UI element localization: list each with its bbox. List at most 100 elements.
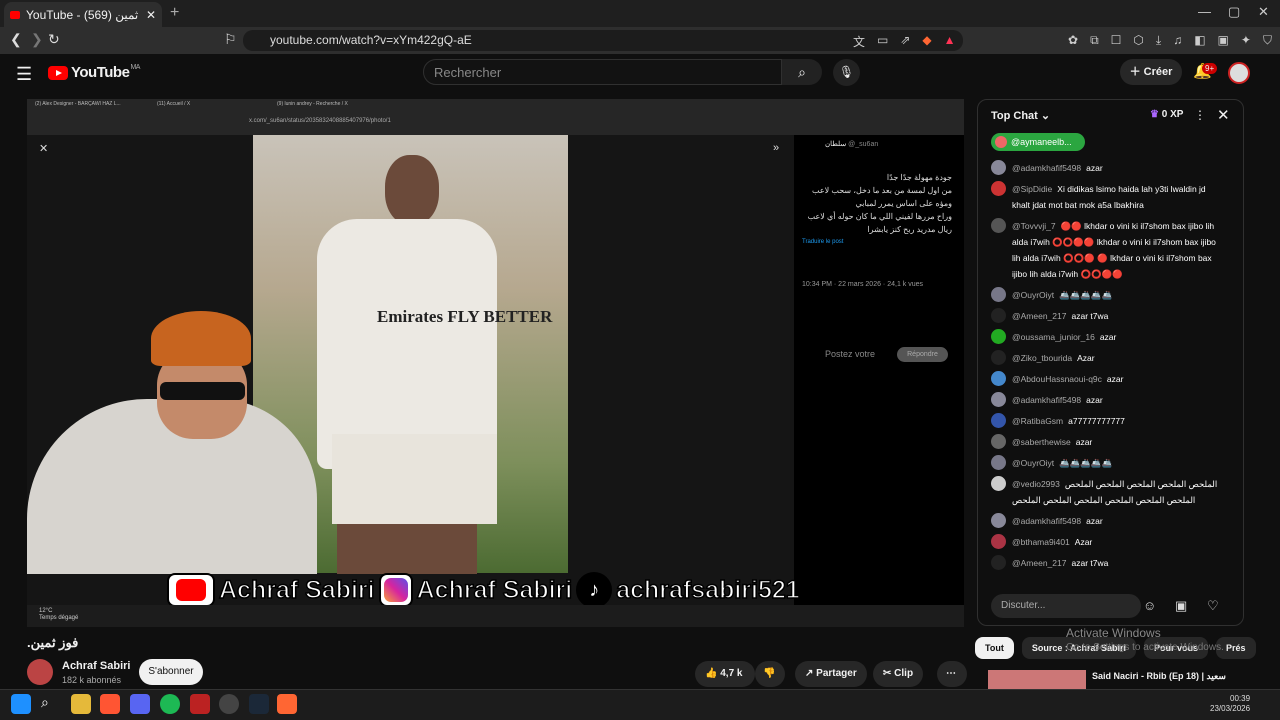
spotify-icon[interactable] [160, 694, 180, 714]
chat-more-icon[interactable]: ⋮ [1194, 108, 1206, 122]
back-icon[interactable]: ❮ [10, 31, 22, 48]
steam-icon[interactable] [249, 694, 269, 714]
chat-message[interactable]: @adamkhafif5498 azar [991, 160, 1223, 176]
chat-username[interactable]: @RatibaGsm [1012, 416, 1063, 426]
dislike-button[interactable]: 👎 [755, 661, 785, 687]
chat-message[interactable]: @Ziko_tbourida Azar [991, 350, 1223, 366]
chat-messages[interactable]: @adamkhafif5498 azar @SipDidie Xi didikas l… [991, 160, 1223, 584]
chat-message[interactable]: @Ameen_217 azar t7wa [991, 555, 1223, 571]
chat-close-icon[interactable]: ✕ [1217, 106, 1230, 124]
chat-avatar[interactable] [991, 371, 1006, 386]
chat-avatar[interactable] [991, 434, 1006, 449]
more-button[interactable]: ⋯ [937, 661, 967, 687]
cast-icon[interactable]: ▭ [877, 33, 888, 50]
extension-icon[interactable]: ✿ [1068, 33, 1078, 48]
riot-icon[interactable] [219, 694, 239, 714]
heart-icon[interactable]: ♡ [1207, 598, 1219, 614]
like-button[interactable]: 👍 4,7 k [695, 661, 755, 687]
chat-avatar[interactable] [991, 476, 1006, 491]
chat-username[interactable]: @bthama9i401 [1012, 537, 1070, 547]
chat-message[interactable]: @adamkhafif5498 azar [991, 513, 1223, 529]
chat-username[interactable]: @adamkhafif5498 [1012, 516, 1081, 526]
chat-username[interactable]: @Ameen_217 [1012, 311, 1066, 321]
chat-username[interactable]: @SipDidie [1012, 184, 1052, 194]
search-button[interactable]: ⌕ [782, 59, 822, 85]
chat-ext-icon[interactable]: ☐ [1111, 33, 1122, 48]
file-explorer-icon[interactable] [71, 694, 91, 714]
chat-avatar[interactable] [991, 513, 1006, 528]
chat-avatar[interactable] [991, 455, 1006, 470]
puzzle-icon[interactable]: ⧉ [1090, 33, 1099, 48]
chat-avatar[interactable] [991, 329, 1006, 344]
channel-avatar[interactable] [27, 659, 53, 685]
chat-message[interactable]: @Tovvvji_7 🔴🔴 lkhdar o vini ki il7shom ba… [991, 218, 1223, 282]
pinned-user[interactable]: @aymaneelb... [991, 133, 1085, 151]
chat-avatar[interactable] [991, 308, 1006, 323]
recommended-title[interactable]: Said Naciri - Rbib (Ep 18) | سعيد [1092, 671, 1226, 682]
chat-message[interactable]: @SipDidie Xi didikas lsimo haida lah y3ti… [991, 181, 1223, 213]
music-icon[interactable]: ♫ [1173, 33, 1182, 48]
chat-username[interactable]: @adamkhafif5498 [1012, 163, 1081, 173]
sidebar-icon[interactable]: ◧ [1194, 33, 1205, 48]
chat-username[interactable]: @Ziko_tbourida [1012, 353, 1072, 363]
super-chat-icon[interactable]: ▣ [1175, 598, 1187, 614]
forward-icon[interactable]: ❯ [31, 31, 43, 48]
chat-avatar[interactable] [991, 160, 1006, 175]
chat-username[interactable]: @saberthewise [1012, 437, 1071, 447]
brave-icon[interactable] [100, 694, 120, 714]
new-tab-button[interactable]: + [170, 4, 179, 22]
minimize-icon[interactable]: — [1198, 4, 1211, 19]
chat-username[interactable]: @adamkhafif5498 [1012, 395, 1081, 405]
close-window-icon[interactable]: ✕ [1258, 4, 1269, 20]
download-icon[interactable]: ⤓ [1156, 33, 1161, 48]
chat-input[interactable]: Discuter... [991, 594, 1141, 618]
ai-icon[interactable]: ✦ [1241, 33, 1251, 48]
chat-mode-select[interactable]: Top Chat ⌄ [991, 109, 1050, 122]
chat-avatar[interactable] [991, 218, 1006, 233]
chat-username[interactable]: @vedio2993 [1012, 479, 1060, 489]
start-icon[interactable] [11, 694, 31, 714]
shield-icon[interactable]: ⛉ [1263, 33, 1272, 48]
translate-icon[interactable]: 文 [853, 33, 865, 50]
chat-message[interactable]: @adamkhafif5498 azar [991, 392, 1223, 408]
share-button[interactable]: ↗ Partager [795, 661, 867, 687]
close-tab-icon[interactable]: ✕ [146, 8, 156, 22]
video-player[interactable]: (2) Alex Designer - BARÇAWI HAZ L... (11… [27, 99, 964, 627]
chat-message[interactable]: @saberthewise azar [991, 434, 1223, 450]
chat-username[interactable]: @oussama_junior_16 [1012, 332, 1095, 342]
chat-username[interactable]: @Ameen_217 [1012, 558, 1066, 568]
chat-message[interactable]: @RatibaGsm a77777777777 [991, 413, 1223, 429]
chat-avatar[interactable] [991, 181, 1006, 196]
emoji-icon[interactable]: ☺ [1143, 598, 1156, 613]
chat-message[interactable]: @OuyrOiyt 🚢🚢🚢🚢🚢 [991, 287, 1223, 303]
share-icon[interactable]: ⇗ [900, 33, 910, 50]
search-input[interactable]: Rechercher [423, 59, 782, 85]
menu-icon[interactable]: ☰ [16, 64, 32, 85]
maximize-icon[interactable]: ▢ [1228, 4, 1240, 20]
chat-message[interactable]: @oussama_junior_16 azar [991, 329, 1223, 345]
chat-avatar[interactable] [991, 350, 1006, 365]
brave-shield-icon[interactable]: ◆ [922, 33, 931, 50]
voice-search-button[interactable]: 🎙 [833, 59, 860, 86]
chat-username[interactable]: @AbdouHassnaoui-q9c [1012, 374, 1102, 384]
chat-avatar[interactable] [991, 555, 1006, 570]
channel-name[interactable]: Achraf Sabiri [62, 660, 130, 672]
chat-avatar[interactable] [991, 287, 1006, 302]
chat-username[interactable]: @Tovvvji_7 [1012, 221, 1056, 231]
chat-message[interactable]: @bthama9i401 Azar [991, 534, 1223, 550]
valorant-icon[interactable] [190, 694, 210, 714]
chat-avatar[interactable] [991, 534, 1006, 549]
clip-button[interactable]: ✂ Clip [873, 661, 924, 687]
chat-avatar[interactable] [991, 392, 1006, 407]
chat-username[interactable]: @OuyrOiyt [1012, 458, 1054, 468]
rewards-icon[interactable]: ▲ [944, 33, 956, 50]
discord-icon[interactable] [130, 694, 150, 714]
chat-message[interactable]: @AbdouHassnaoui-q9c azar [991, 371, 1223, 387]
reload-icon[interactable]: ↻ [48, 31, 60, 48]
chat-avatar[interactable] [991, 413, 1006, 428]
search-icon[interactable]: ⌕ [41, 694, 61, 714]
bookmark-icon[interactable]: ⚐ [224, 31, 237, 48]
browser-tab[interactable]: YouTube - فوز ثمين (569) ✕ [4, 2, 162, 27]
obs-icon[interactable] [277, 694, 297, 714]
wallet-icon[interactable]: ▣ [1218, 33, 1229, 48]
